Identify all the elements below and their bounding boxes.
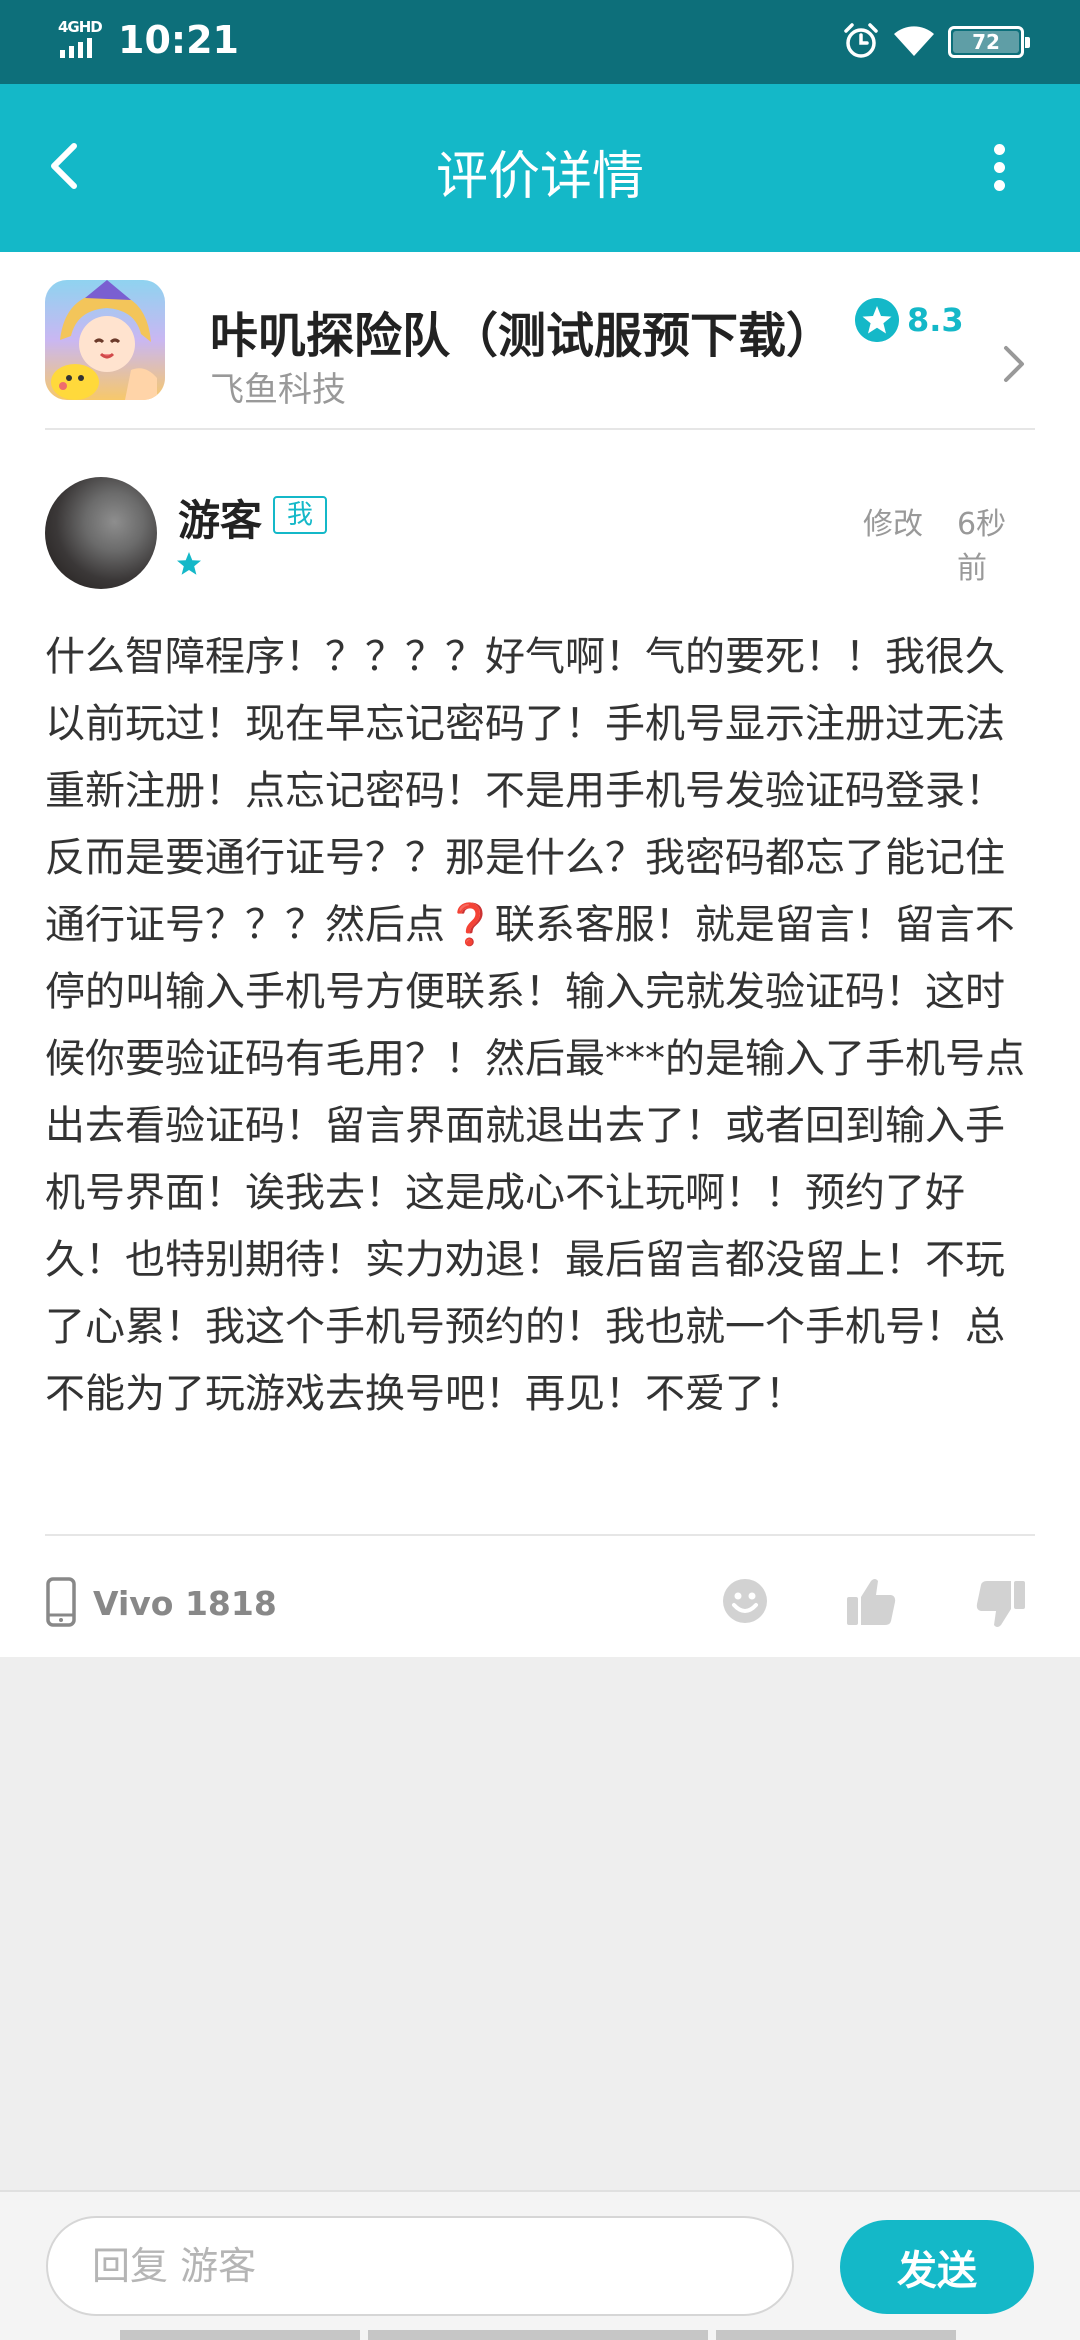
network-type: 4GHD: [58, 18, 103, 36]
battery-level: 72: [953, 31, 1019, 53]
send-button[interactable]: 发送: [840, 2220, 1034, 2314]
chevron-right-icon[interactable]: [998, 342, 1028, 386]
phone-icon: [46, 1577, 76, 1627]
thumbs-up-icon[interactable]: [845, 1577, 897, 1627]
review-card: 咔叽探险队（测试服预下载） 8.3 飞鱼科技 游客 我 修改 6秒前 什么智障程…: [0, 252, 1080, 1657]
star-icon: [855, 298, 899, 342]
reply-input[interactable]: [46, 2216, 794, 2316]
device-name: Vivo 1818: [93, 1584, 277, 1623]
page-title: 评价详情: [435, 147, 644, 207]
gesture-nav-bar: [0, 2330, 1080, 2340]
game-developer: 飞鱼科技: [210, 370, 346, 410]
review-footer: Vivo 1818: [45, 1577, 1035, 1637]
divider: [45, 1534, 1035, 1536]
battery-icon: 72: [948, 26, 1030, 58]
reviewer-row: 游客 我 修改 6秒前: [45, 477, 1035, 597]
game-name: 咔叽探险队（测试服预下载）: [210, 308, 835, 364]
rating-value: 8.3: [907, 301, 964, 339]
alarm-icon: [844, 23, 878, 58]
status-time: 10:21: [118, 18, 239, 62]
signal-icon: 4GHD: [58, 18, 108, 58]
game-icon: [45, 280, 165, 400]
reply-bar: 发送: [0, 2190, 1080, 2340]
divider: [45, 428, 1035, 430]
me-badge: 我: [273, 496, 328, 534]
wifi-icon: [894, 26, 934, 56]
game-info-row[interactable]: 咔叽探险队（测试服预下载） 8.3 飞鱼科技: [45, 280, 1035, 410]
avatar[interactable]: [45, 477, 157, 589]
status-bar: 4GHD 10:21 72: [0, 0, 1080, 84]
review-text: 什么智障程序！？？？？好气啊！气的要死！！我很久以前玩过！现在早忘记密码了！手机…: [45, 634, 1025, 1417]
review-time: 6秒前: [957, 507, 1007, 586]
thumbs-down-icon[interactable]: [975, 1579, 1027, 1629]
edit-button[interactable]: 修改: [863, 499, 923, 543]
emoji-reaction-icon[interactable]: [721, 1577, 769, 1625]
reviewer-name[interactable]: 游客: [178, 487, 262, 548]
more-menu-icon[interactable]: [980, 138, 1020, 198]
rating-star-icon: [177, 552, 201, 575]
game-rating: 8.3: [855, 298, 964, 342]
app-bar: 评价详情: [0, 84, 1080, 252]
